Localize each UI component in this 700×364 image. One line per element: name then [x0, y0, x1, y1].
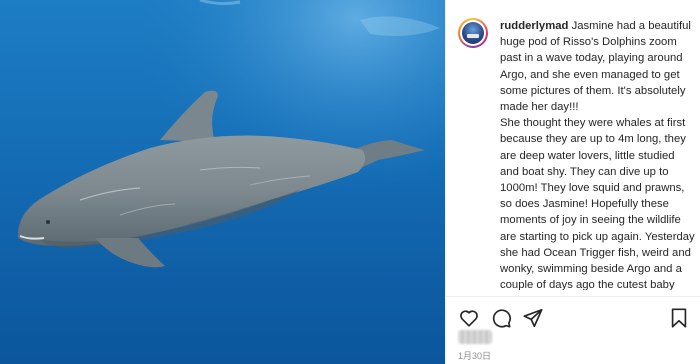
- post-photo-dolphin[interactable]: [0, 0, 445, 364]
- post-caption: rudderlymad Jasmine had a beautiful huge…: [458, 18, 696, 290]
- heart-icon[interactable]: [458, 307, 480, 329]
- caption-intro: Jasmine had a beautiful huge pod of Riss…: [500, 20, 691, 114]
- caption-body: She thought they were whales at first be…: [500, 117, 695, 290]
- post-date: 1月30日: [458, 351, 492, 361]
- avatar[interactable]: [458, 18, 488, 48]
- username-link[interactable]: rudderlymad: [500, 20, 568, 32]
- instagram-post: rudderlymad Jasmine had a beautiful huge…: [0, 0, 700, 364]
- share-icon[interactable]: [522, 307, 544, 329]
- caption-text: rudderlymad Jasmine had a beautiful huge…: [500, 18, 696, 290]
- avatar-image: [462, 22, 484, 44]
- comment-icon[interactable]: [490, 307, 512, 329]
- dolphin-illustration: [0, 0, 445, 364]
- post-side-panel: rudderlymad Jasmine had a beautiful huge…: [445, 0, 700, 364]
- likes-count-blurred: [458, 330, 492, 344]
- bookmark-icon[interactable]: [668, 307, 690, 329]
